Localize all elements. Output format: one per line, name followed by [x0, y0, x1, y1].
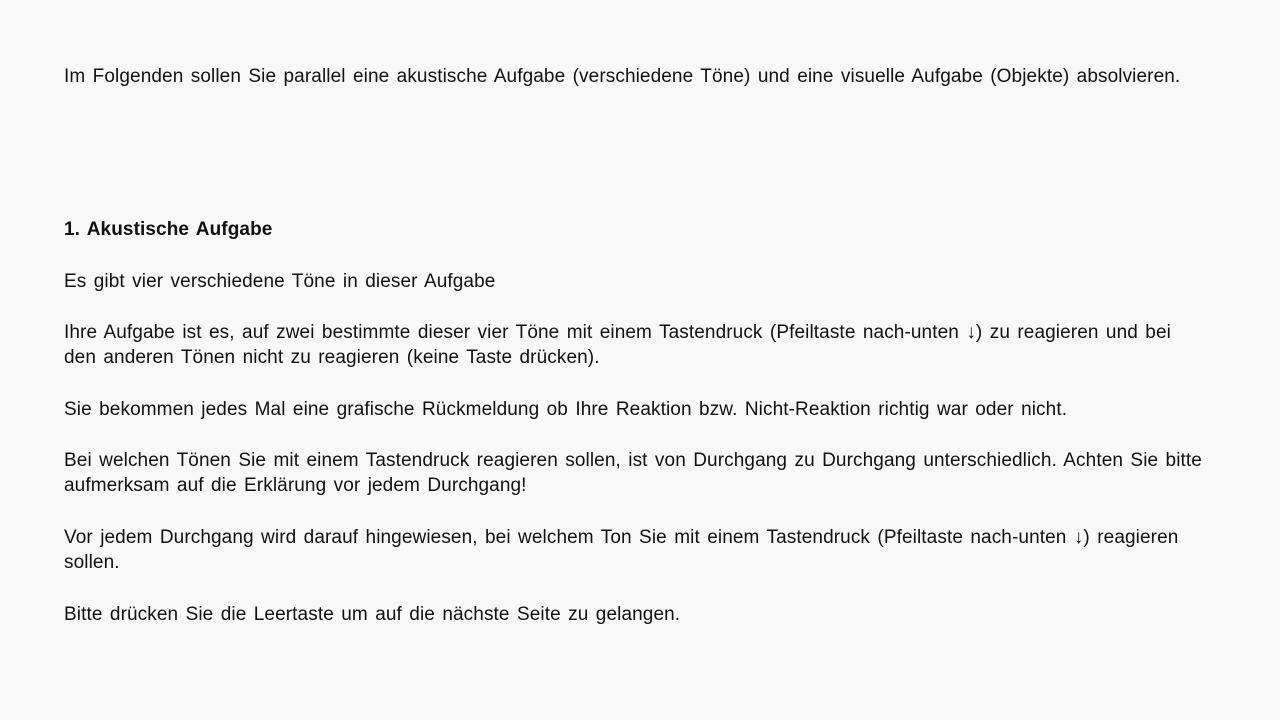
instruction-paragraph-tones: Es gibt vier verschiedene Töne in dieser…: [64, 271, 496, 292]
instruction-paragraph-feedback: Sie bekommen jedes Mal eine grafische Rü…: [64, 399, 1068, 420]
instruction-paragraph-hint: Vor jedem Durchgang wird darauf hingewie…: [64, 527, 1179, 573]
instruction-page: Im Folgenden sollen Sie parallel eine ak…: [64, 0, 1224, 720]
continue-prompt: Bitte drücken Sie die Leertaste um auf d…: [64, 604, 681, 625]
instruction-paragraph-variation: Bei welchen Tönen Sie mit einem Tastendr…: [64, 450, 1202, 496]
instruction-paragraph-task: Ihre Aufgabe ist es, auf zwei bestimmte …: [64, 322, 1171, 368]
section-heading: 1. Akustische Aufgabe: [64, 219, 273, 240]
intro-text: Im Folgenden sollen Sie parallel eine ak…: [64, 66, 1181, 87]
